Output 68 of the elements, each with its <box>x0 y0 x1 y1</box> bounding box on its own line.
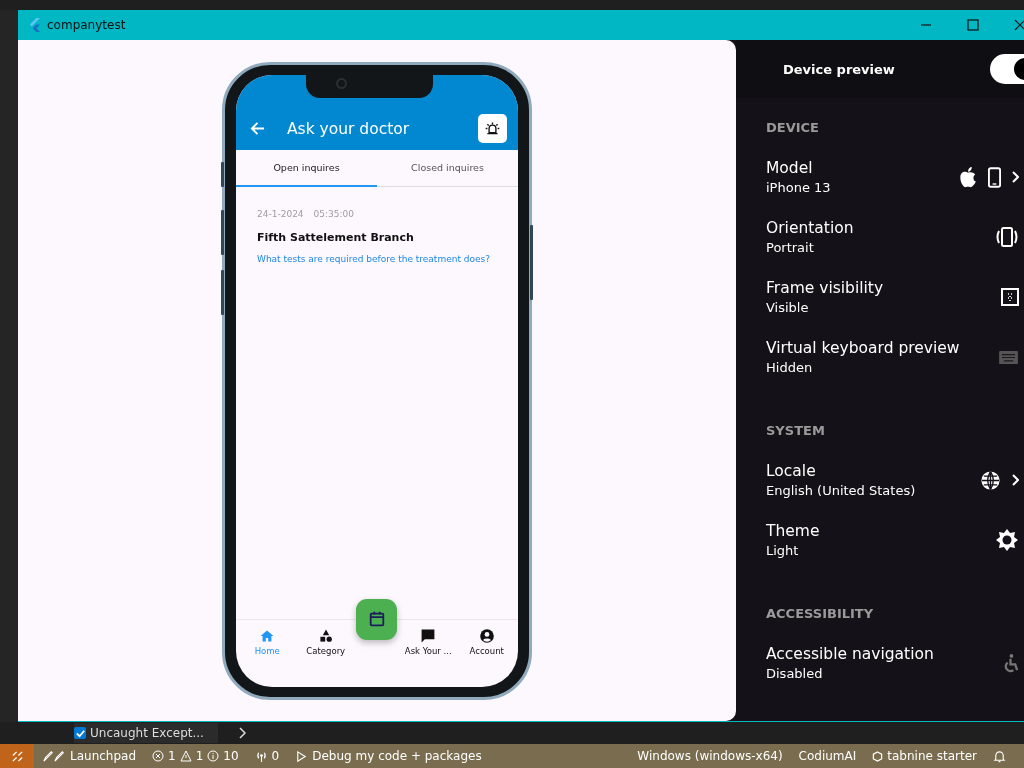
warning-icon <box>179 750 192 762</box>
screen-rotation-icon <box>995 226 1019 248</box>
close-icon[interactable] <box>1014 19 1024 31</box>
app-bar-title: Ask your doctor <box>287 119 410 138</box>
inquiry-question[interactable]: What tests are required before the treatment does? <box>257 253 490 264</box>
hexagon-icon <box>872 750 884 762</box>
error-icon <box>152 750 165 762</box>
setting-label[interactable]: Accessible navigation <box>766 645 1002 663</box>
tab[interactable]: Open inquires <box>236 149 377 187</box>
nav-item[interactable]: Ask Your ... <box>399 619 458 664</box>
debug-config-item[interactable]: Debug my code + packages <box>295 749 482 763</box>
tab[interactable]: Closed inquires <box>377 149 518 187</box>
status-item[interactable]: CodiumAI <box>798 749 857 763</box>
back-arrow-icon[interactable] <box>250 121 265 136</box>
globe-icon <box>980 469 1001 491</box>
chevron-right-icon <box>1011 171 1019 183</box>
shapes-icon <box>317 627 334 644</box>
tabnine-item[interactable]: tabnine starter <box>872 749 977 763</box>
info-icon <box>207 750 220 762</box>
setting-value: Disabled <box>766 666 824 681</box>
setting-label[interactable]: Frame visibility <box>766 279 1001 297</box>
section-heading: ACCESSIBILITY <box>766 606 875 621</box>
setting-label[interactable]: Theme <box>766 522 995 540</box>
chevron-right-icon[interactable] <box>237 727 246 739</box>
setting-label[interactable]: Virtual keyboard preview <box>766 339 998 357</box>
setting-value: Portrait <box>766 240 815 255</box>
problems-filter-checkbox[interactable]: Uncaught Except... <box>74 723 218 743</box>
panel-title: Device preview <box>783 61 895 77</box>
window-title: companytest <box>47 18 126 32</box>
calendar-fab-button[interactable] <box>356 598 397 640</box>
debug-run-icon <box>295 749 309 763</box>
setting-value: Light <box>766 543 800 558</box>
keyboard-icon <box>998 349 1019 365</box>
chat-icon <box>420 627 437 644</box>
setting-value: English (United States) <box>766 483 917 498</box>
accessibility-icon <box>1002 652 1019 674</box>
problems-item[interactable]: 1 1 10 <box>152 749 239 763</box>
alarm-icon <box>484 120 501 137</box>
setting-label[interactable]: Locale <box>766 462 980 480</box>
account-icon <box>478 627 495 644</box>
section-heading: SYSTEM <box>766 423 826 438</box>
launchpad-item[interactable]: Launchpad <box>42 749 137 763</box>
checkbox[interactable] <box>74 727 86 739</box>
nav-item[interactable]: Account <box>457 619 516 664</box>
status-item[interactable]: Windows (windows-x64) <box>637 749 783 763</box>
maximize-icon[interactable] <box>967 19 979 31</box>
notifications-button[interactable] <box>993 749 1006 763</box>
phone-icon <box>988 166 1001 188</box>
flutter-logo-icon <box>28 17 41 33</box>
chevron-right-icon <box>1011 474 1019 486</box>
inquiry-date: 24-1-2024 <box>257 208 304 219</box>
alarm-button[interactable] <box>478 114 507 143</box>
remote-button[interactable] <box>0 744 34 768</box>
setting-label[interactable]: Orientation <box>766 219 995 237</box>
setting-label[interactable]: Model <box>766 159 958 177</box>
calendar-icon <box>367 610 386 628</box>
setting-value: Hidden <box>766 360 814 375</box>
setting-value: Visible <box>766 300 810 315</box>
nav-item[interactable]: Category <box>296 619 355 664</box>
bell-icon <box>993 749 1006 763</box>
ports-item[interactable]: 0 <box>254 749 280 763</box>
brightness-icon <box>995 528 1019 552</box>
apple-icon <box>958 165 978 189</box>
section-heading: DEVICE <box>766 120 820 135</box>
inquiry-time: 05:35:00 <box>313 208 354 219</box>
inquiry-branch: Fifth Sattelement Branch <box>257 230 414 244</box>
setting-value: iPhone 13 <box>766 180 832 195</box>
frame-grid-icon <box>1001 288 1019 306</box>
